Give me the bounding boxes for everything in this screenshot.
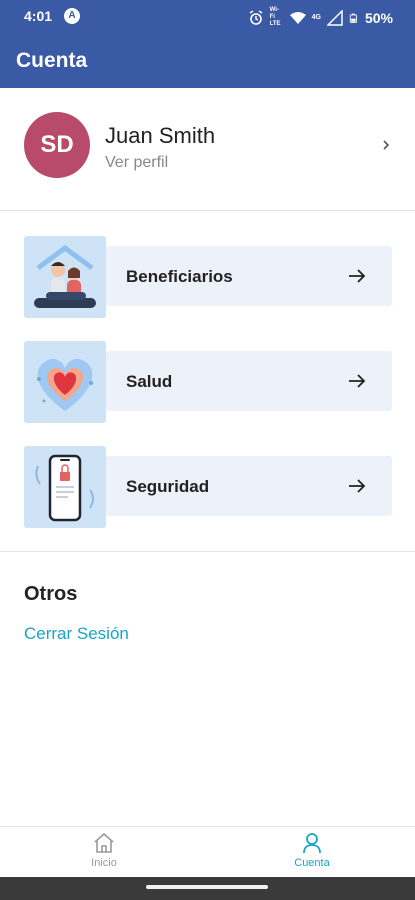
gesture-handle[interactable] (146, 885, 268, 889)
menu-card-label: Seguridad (126, 477, 210, 496)
home-icon (94, 832, 114, 853)
signal-type-text: 4G (311, 14, 321, 21)
section-title-others: Otros (24, 583, 78, 605)
menu-card-label: Beneficiarios (126, 267, 233, 286)
wifi-icon (289, 11, 306, 24)
logout-link[interactable]: Cerrar Sesión (24, 624, 129, 644)
arrow-right-icon (349, 374, 366, 388)
status-time: 4:01 (24, 8, 53, 24)
security-phone-illustration (24, 446, 106, 528)
battery-icon (349, 13, 357, 23)
beneficiaries-illustration (24, 236, 106, 318)
app-bar: 4:01 A Wi-Fi LTE 4G 50% Cuenta (0, 0, 415, 88)
divider (0, 551, 415, 552)
status-icons: Wi-Fi LTE 4G 50% (248, 7, 393, 28)
menu-card-health[interactable]: Salud (24, 341, 392, 423)
nav-item-label: Cuenta (294, 857, 330, 869)
nav-item-account[interactable]: Cuenta (272, 831, 352, 869)
signal-icon (326, 9, 343, 26)
profile-name: Juan Smith (105, 123, 216, 148)
arrow-right-icon (349, 269, 366, 283)
divider (0, 210, 415, 211)
view-profile-link[interactable]: Ver perfil (105, 154, 168, 172)
notification-a-icon: A (64, 8, 80, 24)
menu-card-label: Salud (126, 372, 173, 391)
status-bar: 4:01 A Wi-Fi LTE 4G 50% (0, 0, 415, 34)
chevron-right-icon (383, 140, 390, 150)
page-title: Cuenta (16, 49, 88, 72)
menu-card-security[interactable]: Seguridad (24, 446, 392, 528)
battery-percentage: 50% (364, 9, 393, 26)
menu-card-panel: Beneficiarios (106, 246, 392, 306)
health-heart-illustration (24, 341, 106, 423)
bottom-nav: Inicio Cuenta (0, 826, 415, 877)
alarm-icon (249, 9, 263, 25)
profile-row[interactable]: SD Juan Smith Ver perfil (0, 88, 415, 210)
nav-item-label: Inicio (91, 857, 117, 869)
gesture-bar (0, 877, 415, 900)
avatar: SD (24, 112, 90, 178)
arrow-right-icon (349, 479, 366, 493)
user-icon (303, 833, 321, 854)
menu-card-panel: Salud (106, 351, 392, 411)
network-type-text: Wi-Fi LTE (269, 7, 281, 27)
menu-card-beneficiaries[interactable]: Beneficiarios (24, 236, 392, 318)
nav-item-home[interactable]: Inicio (64, 831, 144, 869)
menu-card-panel: Seguridad (106, 456, 392, 516)
